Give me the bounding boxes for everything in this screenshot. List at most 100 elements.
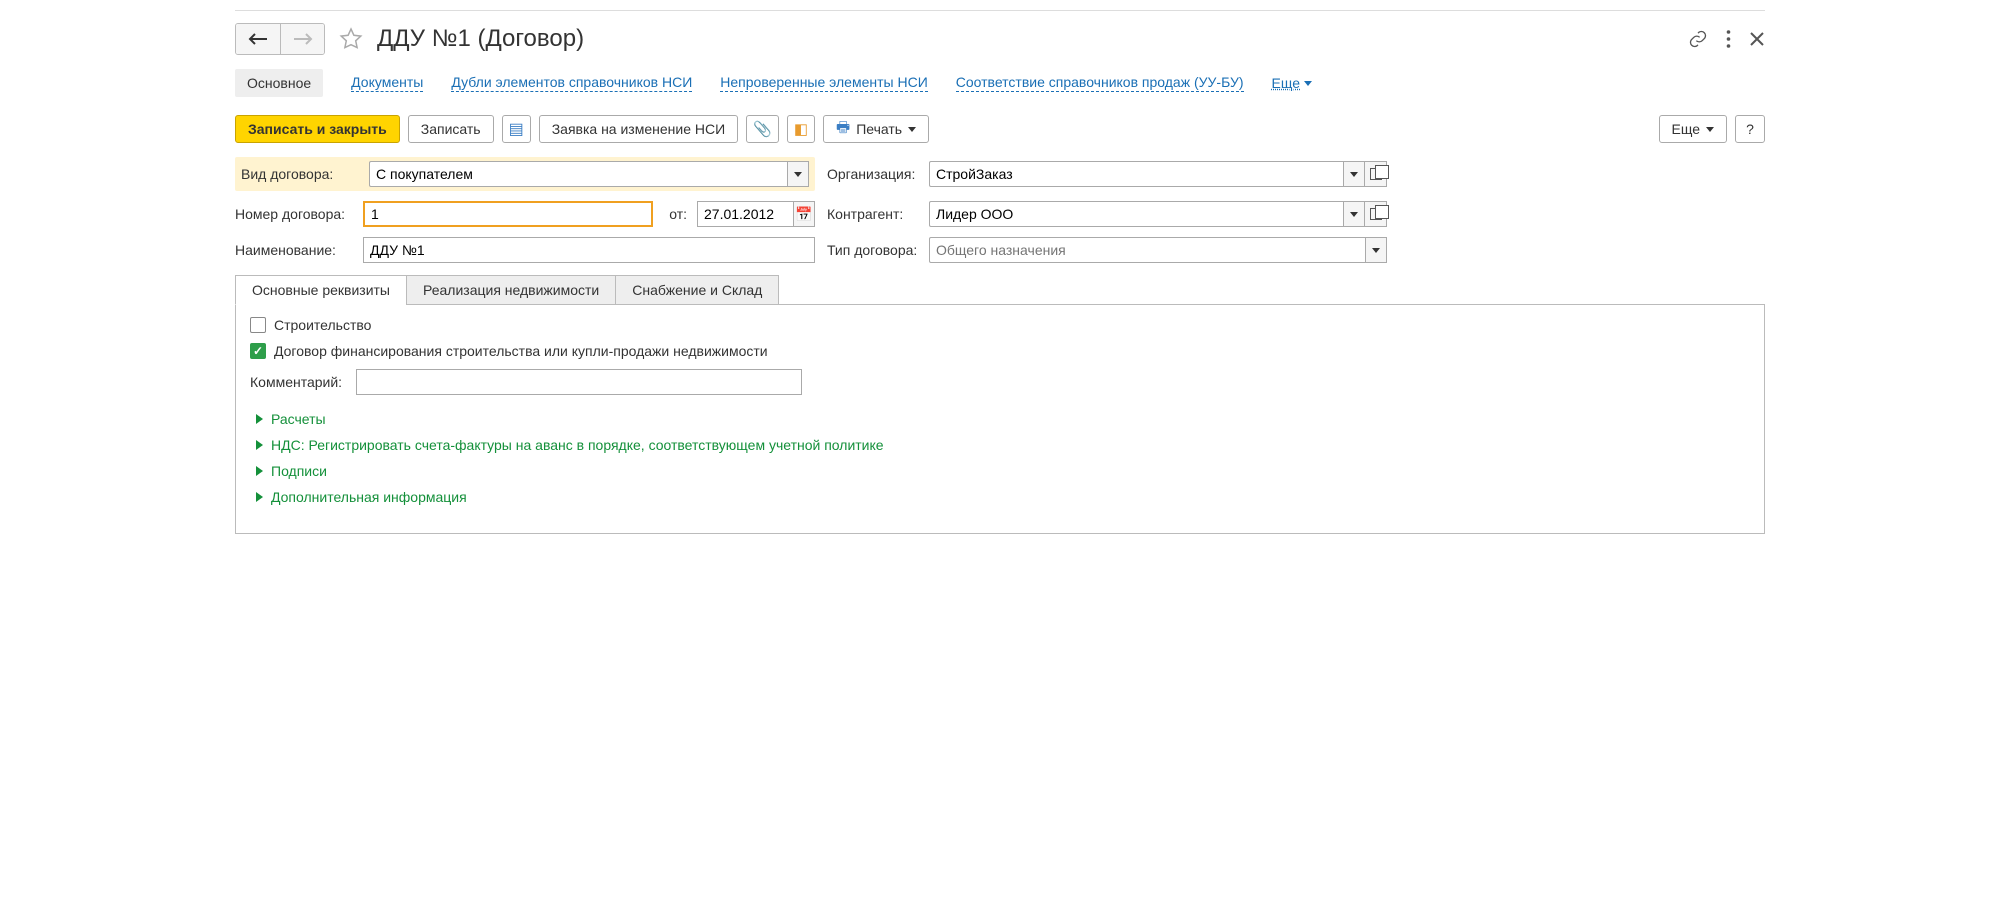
name-input[interactable] (363, 237, 815, 263)
contract-kind-input[interactable] (369, 161, 787, 187)
related-button[interactable]: ◧ (787, 115, 815, 143)
field-name: Наименование: (235, 237, 815, 263)
tab-strip: Основные реквизиты Реализация недвижимос… (235, 275, 1765, 305)
kebab-menu-icon[interactable] (1726, 29, 1731, 49)
organization-label: Организация: (827, 166, 923, 182)
number-input[interactable] (363, 201, 653, 227)
header-bar: ДДУ №1 (Договор) (235, 23, 1765, 55)
nav-more-label: Еще (1272, 75, 1301, 91)
chevron-down-icon (1350, 212, 1358, 217)
expander-signatures[interactable]: Подписи (250, 463, 1750, 479)
expander-label: Подписи (271, 463, 327, 479)
checkbox-construction[interactable] (250, 317, 266, 333)
list-button[interactable]: ▤ (502, 115, 531, 143)
forward-button[interactable] (280, 24, 324, 54)
nav-tab-sales-map[interactable]: Соответствие справочников продаж (УУ-БУ) (956, 74, 1244, 92)
organization-dropdown[interactable] (1343, 161, 1365, 187)
link-icon[interactable] (1688, 29, 1708, 49)
checkbox-construction-label: Строительство (274, 317, 371, 333)
request-change-button[interactable]: Заявка на изменение НСИ (539, 115, 738, 143)
calendar-icon: 📅 (795, 206, 812, 223)
chevron-down-icon (1706, 127, 1714, 132)
page-title: ДДУ №1 (Договор) (377, 25, 584, 53)
comment-label: Комментарий: (250, 374, 350, 390)
print-button[interactable]: 🖶 Печать (823, 115, 929, 143)
favorite-star-icon[interactable] (339, 27, 363, 51)
expander-vat[interactable]: НДС: Регистрировать счета-фактуры на ава… (250, 437, 1750, 453)
expander-label: Расчеты (271, 411, 326, 427)
expander-label: Дополнительная информация (271, 489, 467, 505)
counterparty-input[interactable] (929, 201, 1343, 227)
chevron-down-icon (1304, 81, 1312, 86)
contract-kind-label: Вид договора: (241, 166, 363, 182)
field-organization: Организация: (827, 157, 1387, 191)
save-button[interactable]: Записать (408, 115, 494, 143)
checkbox-financing-label: Договор финансирования строительства или… (274, 343, 768, 359)
nav-more-link[interactable]: Еще (1272, 75, 1313, 91)
checkbox-financing[interactable]: ✓ (250, 343, 266, 359)
printer-icon: 🖶 (836, 117, 850, 142)
save-close-button[interactable]: Записать и закрыть (235, 115, 400, 143)
header-actions (1688, 29, 1765, 49)
chevron-down-icon (908, 127, 916, 132)
counterparty-open[interactable] (1365, 201, 1387, 227)
chevron-right-icon (256, 466, 263, 476)
nav-tab-documents[interactable]: Документы (351, 74, 423, 92)
open-icon (1370, 168, 1382, 180)
form-grid: Вид договора: Организация: Номер договор… (235, 157, 1765, 263)
cubes-icon: ◧ (794, 120, 808, 138)
number-label: Номер договора: (235, 206, 357, 222)
date-picker-button[interactable]: 📅 (793, 201, 815, 227)
toolbar-more-button[interactable]: Еще (1659, 115, 1728, 143)
tab-main-requisites[interactable]: Основные реквизиты (235, 275, 407, 305)
field-comment: Комментарий: (250, 369, 1750, 395)
checkbox-financing-row: ✓ Договор финансирования строительства и… (250, 343, 1750, 359)
contract-type-dropdown[interactable] (1365, 237, 1387, 263)
chevron-down-icon (794, 172, 802, 177)
field-counterparty: Контрагент: (827, 201, 1387, 227)
section-nav: Основное Документы Дубли элементов справ… (235, 69, 1765, 97)
date-input[interactable] (697, 201, 793, 227)
name-label: Наименование: (235, 242, 357, 258)
close-icon[interactable] (1749, 31, 1765, 47)
tab-panel: Строительство ✓ Договор финансирования с… (235, 304, 1765, 534)
toolbar: Записать и закрыть Записать ▤ Заявка на … (235, 115, 1765, 143)
field-number-date: Номер договора: от: 📅 (235, 201, 815, 227)
print-label: Печать (856, 121, 902, 137)
chevron-down-icon (1350, 172, 1358, 177)
expander-additional[interactable]: Дополнительная информация (250, 489, 1750, 505)
arrow-right-icon (293, 32, 313, 46)
nav-tab-unverified[interactable]: Непроверенные элементы НСИ (720, 74, 927, 92)
attach-button[interactable]: 📎 (746, 115, 779, 143)
contract-kind-dropdown[interactable] (787, 161, 809, 187)
contract-type-label: Тип договора: (827, 242, 923, 258)
help-button[interactable]: ? (1735, 115, 1765, 143)
back-button[interactable] (236, 24, 280, 54)
chevron-right-icon (256, 440, 263, 450)
chevron-right-icon (256, 414, 263, 424)
counterparty-dropdown[interactable] (1343, 201, 1365, 227)
paperclip-icon: 📎 (753, 120, 772, 138)
organization-input[interactable] (929, 161, 1343, 187)
nav-tab-duplicates[interactable]: Дубли элементов справочников НСИ (451, 74, 692, 92)
list-icon: ▤ (509, 119, 524, 139)
counterparty-label: Контрагент: (827, 206, 923, 222)
divider (235, 10, 1765, 11)
field-contract-kind: Вид договора: (235, 157, 815, 191)
expander-payments[interactable]: Расчеты (250, 411, 1750, 427)
open-icon (1370, 208, 1382, 220)
nav-tab-main[interactable]: Основное (235, 69, 323, 97)
organization-open[interactable] (1365, 161, 1387, 187)
date-prefix-label: от: (669, 206, 687, 222)
tab-real-estate[interactable]: Реализация недвижимости (406, 275, 616, 305)
nav-back-forward (235, 23, 325, 55)
chevron-down-icon (1372, 248, 1380, 253)
checkbox-construction-row: Строительство (250, 317, 1750, 333)
tab-supply-warehouse[interactable]: Снабжение и Склад (615, 275, 779, 305)
more-label: Еще (1672, 121, 1701, 137)
comment-input[interactable] (356, 369, 802, 395)
field-contract-type: Тип договора: (827, 237, 1387, 263)
chevron-right-icon (256, 492, 263, 502)
contract-type-input[interactable] (929, 237, 1365, 263)
arrow-left-icon (248, 32, 268, 46)
